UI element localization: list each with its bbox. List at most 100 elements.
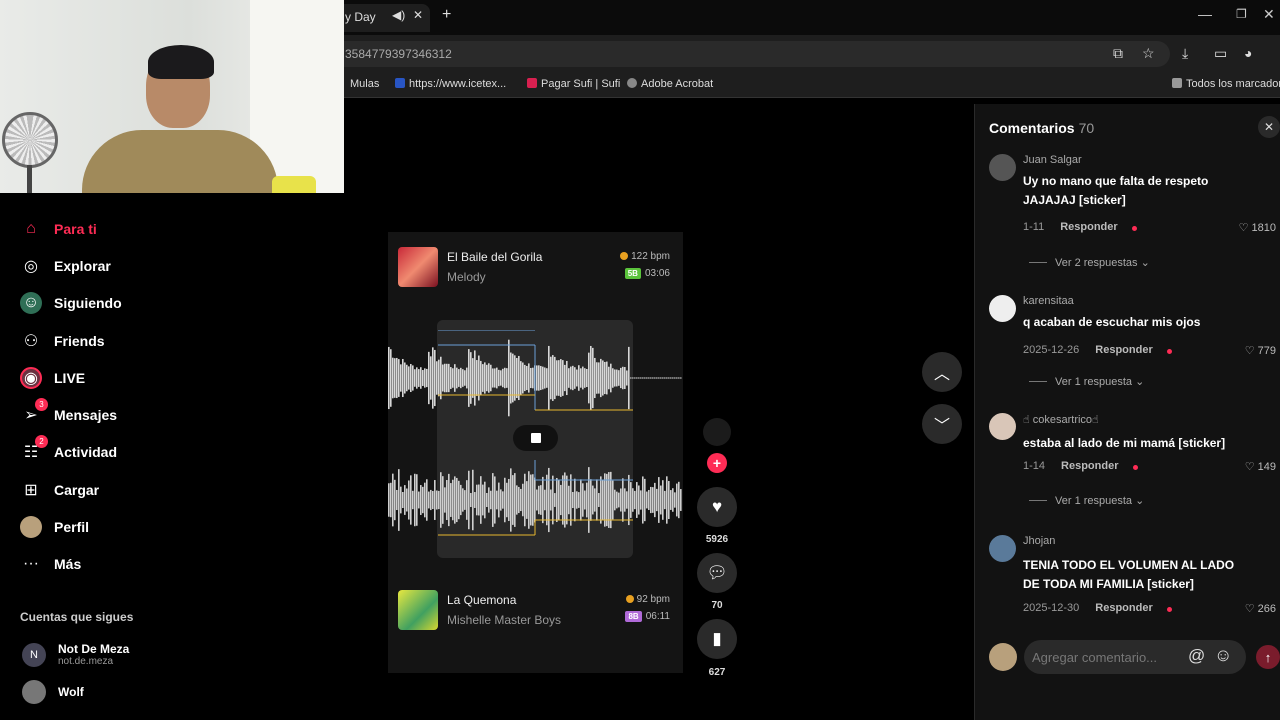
waveform-bar [506, 368, 508, 388]
comment-count: 70 [711, 600, 723, 611]
bpm-value: 122 bpm [631, 251, 670, 262]
waveform-bar [508, 339, 510, 417]
star-bookmark-icon[interactable]: ☆ [1142, 45, 1155, 62]
waveform-bar [486, 364, 488, 392]
site-favicon-icon [395, 78, 405, 88]
comment-username[interactable]: karensitaa [1023, 295, 1074, 307]
comment-button[interactable]: 💬︎ [697, 553, 737, 593]
avatar[interactable] [989, 295, 1016, 322]
stop-icon [530, 433, 541, 443]
nav-item-siguiendo[interactable]: ☺ Siguiendo [20, 291, 122, 315]
nav-item-perfil[interactable]: ● Perfil [20, 515, 89, 539]
waveform-bar [440, 356, 442, 400]
comment-like-button[interactable]: ♡ 779 [1245, 344, 1276, 357]
activity-icon: ☷ 2 [20, 435, 48, 463]
waveform-bar [490, 490, 492, 510]
nav-item-para-ti[interactable]: ⌂ Para ti [20, 217, 97, 241]
bookmark-item[interactable]: Adobe Acrobat [627, 78, 713, 90]
nav-item-mensajes[interactable]: ➢ 3 Mensajes [20, 398, 117, 427]
window-close-icon[interactable]: ✕ [1263, 6, 1275, 23]
waveform-bar [462, 488, 464, 512]
waveform-bar [680, 489, 682, 511]
profile-icon[interactable]: ◕ [1244, 45, 1252, 61]
waveform-bar [466, 367, 468, 389]
comment-like-button[interactable]: ♡ 149 [1245, 460, 1276, 473]
all-bookmarks-folder[interactable]: Todos los marcadores [1172, 78, 1280, 90]
like-button[interactable]: ♥ [697, 487, 737, 527]
close-comments-button[interactable]: ✕ [1258, 116, 1280, 138]
send-comment-button[interactable]: ↑ [1256, 645, 1280, 669]
cast-icon[interactable]: ⧉ [1113, 45, 1123, 62]
comment-meta: 2025-12-26 Responder [1023, 344, 1172, 356]
stop-button[interactable] [513, 425, 558, 451]
view-replies-button[interactable]: Ver 1 respuesta ⌄ [1029, 375, 1144, 388]
url-text[interactable]: 3584779397346312 [345, 47, 452, 61]
reply-button[interactable]: Responder [1095, 602, 1152, 614]
comment-like-button[interactable]: ♡ 1810 [1239, 221, 1276, 234]
avatar[interactable] [989, 154, 1016, 181]
waveform-bar [570, 474, 572, 526]
next-video-button[interactable]: ﹀ [922, 404, 962, 444]
waveform-bar [428, 491, 430, 509]
avatar[interactable] [989, 413, 1016, 440]
view-replies-button[interactable]: Ver 2 respuestas ⌄ [1029, 256, 1150, 269]
comment-username[interactable]: Jhojan [1023, 535, 1055, 547]
track-info-top: El Baile del Gorila Melody 122 bpm 5B 03:… [398, 247, 678, 289]
waveform-bar [574, 478, 576, 522]
previous-video-button[interactable]: ︿ [922, 352, 962, 392]
sidepanel-icon[interactable]: ▭ [1214, 45, 1227, 62]
nav-item-cargar[interactable]: ⊞ Cargar [20, 478, 99, 502]
new-tab-icon[interactable]: + [442, 6, 451, 24]
waveform-bar [566, 360, 568, 396]
creator-avatar[interactable] [703, 418, 731, 446]
chevron-down-icon: ⌄ [1135, 376, 1145, 388]
following-avatar-icon: ☺ [20, 292, 42, 314]
track-title: La Quemona [447, 593, 517, 607]
waveform-bar [544, 489, 546, 511]
waveform-bar [402, 358, 404, 398]
bookmark-item[interactable]: Pagar Sufi | Sufi [527, 78, 620, 90]
waveform-bar [598, 362, 600, 394]
comment-username[interactable]: Juan Salgar [1023, 154, 1082, 166]
comment-input[interactable] [1024, 640, 1246, 674]
comment-username[interactable]: ☝︎ cokesartrico☝︎ [1023, 413, 1099, 426]
waveform-bar [516, 485, 518, 515]
avatar[interactable] [989, 535, 1016, 562]
waveform-bar [440, 472, 442, 528]
mention-icon[interactable]: @ [1188, 646, 1205, 666]
waveform-bar [558, 360, 560, 396]
waveform-bar [554, 493, 556, 507]
reply-button[interactable]: Responder [1060, 221, 1117, 233]
close-tab-icon[interactable]: ✕ [413, 8, 423, 22]
followed-account-item[interactable]: N Not De Meza not.de.meza [22, 642, 129, 667]
nav-item-friends[interactable]: ⚇ Friends [20, 329, 105, 353]
follow-button[interactable]: + [707, 453, 727, 473]
reply-button[interactable]: Responder [1061, 460, 1118, 472]
reply-button[interactable]: Responder [1095, 344, 1152, 356]
followed-account-item[interactable]: Wolf [22, 680, 84, 704]
bookmark-item[interactable]: https://www.icetex... [395, 78, 506, 90]
comment-like-button[interactable]: ♡ 266 [1245, 602, 1276, 615]
minimize-icon[interactable]: — [1198, 6, 1212, 22]
waveform-bar [458, 480, 460, 520]
waveform-bar [556, 360, 558, 396]
waveform-bar [590, 479, 592, 521]
waveform-bar [456, 477, 458, 523]
nav-item-actividad[interactable]: ☷ 2 Actividad [20, 435, 117, 464]
bookmark-item[interactable]: Mulas [350, 78, 379, 90]
waveform-bar [618, 370, 620, 386]
emoji-icon[interactable]: ☺ [1214, 645, 1232, 666]
view-replies-button[interactable]: Ver 1 respuesta ⌄ [1029, 494, 1144, 507]
waveform-bar [524, 473, 526, 527]
nav-item-live[interactable]: ◉ LIVE [20, 366, 85, 390]
save-button[interactable]: ▮ [697, 619, 737, 659]
restore-icon[interactable]: ❐ [1236, 7, 1247, 21]
nav-item-mas[interactable]: ··· Más [20, 552, 81, 576]
speaker-icon[interactable]: ◀) [392, 8, 405, 22]
download-icon[interactable]: ⤓ [1182, 45, 1188, 62]
waveform-bar [452, 479, 454, 521]
nav-item-explorar[interactable]: ◎ Explorar [20, 254, 111, 278]
waveform-bar [476, 360, 478, 396]
waveform-bar [450, 367, 452, 389]
webcam-fan [2, 112, 58, 168]
